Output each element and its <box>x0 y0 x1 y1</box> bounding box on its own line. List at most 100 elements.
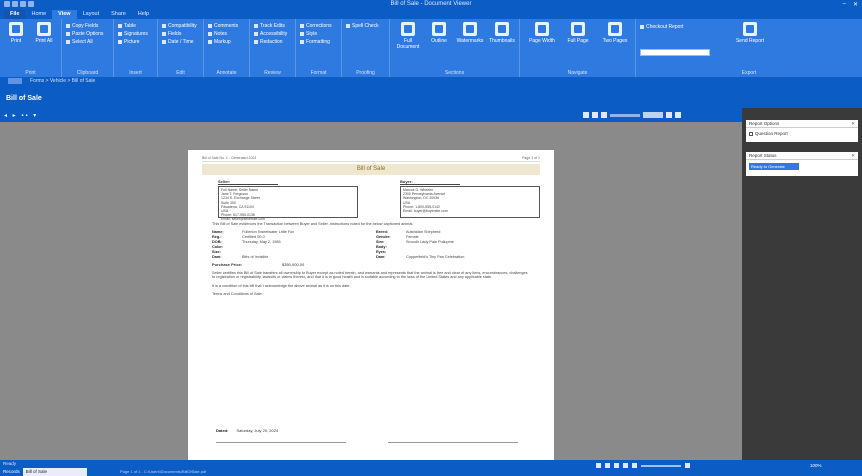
zoom-slider[interactable] <box>610 113 640 117</box>
date-time-button[interactable]: Date / Time <box>162 38 197 46</box>
ribbon-group-proofing: Spell Check Proofing <box>342 19 390 77</box>
settings-icon[interactable] <box>675 112 681 118</box>
ribbon: Print Print All Print Copy Fields Paste … <box>0 19 862 77</box>
filter-icon[interactable] <box>596 463 601 468</box>
document-page: Bill of Sale No. 1 - Generated 2024 Page… <box>188 150 554 460</box>
file-path: Page 1 of 1 - C:\Users\Documents\BillOfS… <box>120 469 207 474</box>
outline-button[interactable]: Outline <box>424 22 454 44</box>
zoom-in-icon[interactable] <box>601 112 607 118</box>
status-tab-bill-of-sale[interactable]: Bill of Sale <box>22 468 87 476</box>
notes-button[interactable]: Notes <box>208 30 238 38</box>
zoom-in-icon[interactable] <box>685 463 690 468</box>
report-status-header: Report Status ✕ <box>746 152 858 160</box>
view-grid-icon[interactable] <box>614 463 619 468</box>
page-header: Bill of Sale No. 1 - Generated 2024 Page… <box>202 156 540 162</box>
spell-check-button[interactable]: Spell Check <box>346 22 379 30</box>
page-title: Bill of Sale <box>6 95 42 102</box>
status-tab-records[interactable]: Records <box>0 468 23 476</box>
fields-right-column: Breed: Australian Shepherd Gender: Female … <box>376 230 526 260</box>
buyer-block: Buyer: Marcus G. Wheeler 2300 Pennsylvan… <box>400 179 540 218</box>
field-row: Dam: Copperfield's Tiny Pan Celebration <box>376 254 465 259</box>
question-report-checkbox[interactable] <box>749 131 753 136</box>
thumbnails-button[interactable]: Thumbnails <box>486 22 518 44</box>
pin-icon[interactable]: ✕ <box>851 152 855 160</box>
tab-help[interactable]: Help <box>132 10 155 19</box>
back-icon[interactable] <box>8 78 22 84</box>
ribbon-group-clipboard: Copy Fields Paste Options Select All Cli… <box>62 19 114 77</box>
ribbon-group-export: Checkout Report Send Report Export <box>636 19 862 77</box>
copy-fields-button[interactable]: Copy Fields <box>66 22 103 30</box>
markup-button[interactable]: Markup <box>208 38 238 46</box>
status-tabs: Records Bill of Sale <box>0 468 87 476</box>
watermark-icon <box>463 22 477 36</box>
send-report-button[interactable]: Send Report <box>732 22 768 44</box>
monitor-icon <box>743 22 757 36</box>
paste-options-button[interactable]: Paste Options <box>66 30 103 38</box>
title-bar: Bill of Sale - Document Viewer – ✕ <box>0 0 862 9</box>
page-width-button[interactable]: Page Width <box>524 22 560 44</box>
pin-icon[interactable]: ✕ <box>851 120 855 128</box>
tab-home[interactable]: Home <box>25 10 52 19</box>
signatures-button[interactable]: Signatures <box>118 30 148 38</box>
parties-section: Seller: Full Name: Seller Name Jane T. F… <box>202 179 540 221</box>
track-edits-button[interactable]: Track Edits <box>254 22 287 30</box>
document-title: Bill of Sale <box>202 164 540 175</box>
zoom-out-icon[interactable] <box>632 463 637 468</box>
tab-share[interactable]: Share <box>105 10 132 19</box>
minimize-icon[interactable]: – <box>843 1 846 8</box>
full-document-button[interactable]: Full Document <box>392 22 424 50</box>
animal-fields: Name: Fullerton Sweetwater Little Fox Reg… <box>202 230 540 260</box>
full-page-button[interactable]: Full Page <box>560 22 596 44</box>
accessibility-button[interactable]: Accessibility <box>254 30 287 38</box>
compatibility-button[interactable]: Compatibility <box>162 22 197 30</box>
buyer-address-box: Marcus G. Wheeler 2300 Pennsylvania Aven… <box>400 186 540 218</box>
terms-heading: Terms and Conditions of Sale: <box>212 292 263 297</box>
layout-icon[interactable] <box>666 112 672 118</box>
viewer-right-controls <box>583 112 681 118</box>
ribbon-group-insert: Table Signatures Picture Insert <box>114 19 158 77</box>
table-button[interactable]: Table <box>118 22 148 30</box>
zoom-field[interactable] <box>643 112 663 118</box>
redaction-button[interactable]: Redaction <box>254 38 287 46</box>
status-text: Ready <box>3 461 17 466</box>
ribbon-group-print: Print Print All Print <box>0 19 62 77</box>
outline-icon <box>432 22 446 36</box>
fit-page-icon[interactable] <box>583 112 589 118</box>
tab-file[interactable]: File <box>4 10 26 19</box>
view-list-icon[interactable] <box>623 463 628 468</box>
ribbon-tabs: File Home View Layout Share Help <box>0 9 862 19</box>
view-normal-icon[interactable] <box>605 463 610 468</box>
report-options-header: Report Options ✕ <box>746 120 858 128</box>
ribbon-group-edit: Compatibility Fields Date / Time Edit <box>158 19 204 77</box>
watermarks-button[interactable]: Watermarks <box>454 22 486 44</box>
print-all-button[interactable]: Print All <box>30 22 58 44</box>
select-all-button[interactable]: Select All <box>66 38 103 46</box>
zoom-level: 100% <box>810 463 822 468</box>
warranty-paragraph: Seller certifies this Bill of Sale trans… <box>212 270 528 280</box>
zoom-out-icon[interactable] <box>592 112 598 118</box>
tab-view[interactable]: View <box>52 10 77 19</box>
buyer-signature-line <box>388 442 518 443</box>
formatting-button[interactable]: Formatting <box>300 38 332 46</box>
purchase-price-value: $350,000.00 <box>282 261 305 267</box>
report-status-select[interactable]: Ready to Generate <box>749 163 799 170</box>
group-label: Print <box>25 70 36 76</box>
zoom-slider[interactable] <box>641 464 681 467</box>
buyer-label: Buyer: <box>400 179 460 185</box>
corrections-button[interactable]: Corrections <box>300 22 332 30</box>
breadcrumb[interactable]: Forms > Vehicle > Bill of Sale <box>30 78 95 84</box>
print-button[interactable]: Print <box>2 22 30 44</box>
fields-button[interactable]: Fields <box>162 30 197 38</box>
comments-button[interactable]: Comments <box>208 22 238 30</box>
style-button[interactable]: Style <box>300 30 332 38</box>
picture-button[interactable]: Picture <box>118 38 148 46</box>
close-icon[interactable]: ✕ <box>853 1 858 8</box>
dated-row: Dated: Saturday, July 20, 2024 <box>216 428 278 433</box>
tab-layout[interactable]: Layout <box>77 10 106 19</box>
page-nav-controls[interactable]: ◂ ▸ ▪▪ ▾ <box>4 112 38 119</box>
report-search-input[interactable] <box>640 49 710 56</box>
status-tools <box>596 463 690 468</box>
dated-value: Saturday, July 20, 2024 <box>236 428 279 433</box>
full-page-icon <box>571 22 585 36</box>
two-pages-button[interactable]: Two Pages <box>596 22 634 44</box>
